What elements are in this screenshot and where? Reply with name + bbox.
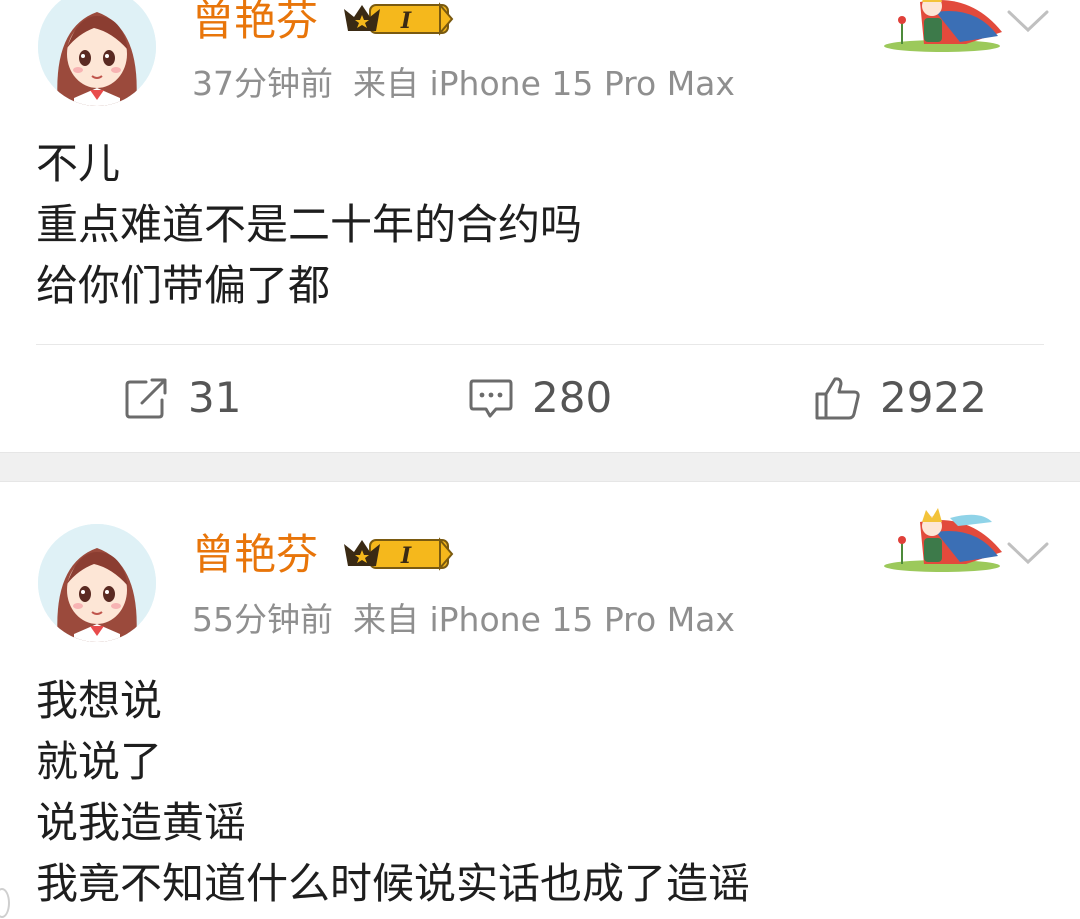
post-text-line: 重点难道不是二十年的合约吗	[36, 200, 583, 249]
little-prince-decoration-icon	[884, 508, 1002, 572]
comment-count: 280	[532, 373, 613, 422]
post-text-line: 就说了	[36, 737, 163, 786]
repost-icon	[125, 378, 167, 419]
weibo-post: 曾艳芬 I 55分钟前 来自 iPhone 15 Pro Max 我想说 就说了 …	[0, 482, 1080, 919]
post-text-line: 给你们带偏了都	[36, 261, 331, 310]
little-prince-decoration-icon	[884, 0, 1002, 52]
post-meta: 37分钟前 来自 iPhone 15 Pro Max	[192, 67, 735, 100]
username[interactable]: 曾艳芬	[192, 0, 318, 42]
like-count: 2922	[880, 373, 987, 422]
post-time: 55分钟前	[192, 600, 333, 639]
like-icon	[815, 377, 860, 420]
like-button[interactable]: 2922	[814, 368, 987, 428]
repost-button[interactable]: 31	[124, 368, 241, 428]
weibo-post: 曾艳芬 I 37分钟前 来自 iPhone 15 Pro Max 不儿 重点难道不…	[0, 0, 1080, 452]
post-source: 来自 iPhone 15 Pro Max	[353, 600, 735, 639]
member-crown-badge-icon[interactable]: I	[340, 0, 454, 39]
feed-separator	[0, 452, 1080, 482]
divider	[36, 344, 1044, 345]
member-crown-badge-icon[interactable]: I	[340, 534, 454, 574]
avatar[interactable]	[38, 0, 156, 106]
post-source: 来自 iPhone 15 Pro Max	[353, 64, 735, 103]
comment-button[interactable]: 280	[468, 368, 612, 428]
post-content: 不儿 重点难道不是二十年的合约吗 给你们带偏了都	[36, 133, 582, 316]
svg-text:I: I	[400, 8, 412, 34]
post-text-line: 不儿	[36, 139, 121, 188]
chevron-down-icon[interactable]	[1006, 8, 1050, 34]
post-text-line: 说我造黄谣	[36, 798, 247, 847]
username[interactable]: 曾艳芬	[192, 534, 318, 576]
avatar[interactable]	[38, 524, 156, 642]
post-time: 37分钟前	[192, 64, 333, 103]
comment-icon	[469, 379, 513, 418]
post-action-bar: 31 280 2922	[0, 368, 1080, 428]
chevron-down-icon[interactable]	[1006, 540, 1050, 566]
post-text-line: 我竟不知道什么时候说实话也成了造谣	[36, 859, 751, 908]
post-content: 我想说 就说了 说我造黄谣 我竟不知道什么时候说实话也成了造谣	[36, 670, 750, 914]
post-text-line: 我想说	[36, 676, 163, 725]
repost-count: 31	[188, 373, 242, 422]
svg-text:I: I	[400, 543, 412, 569]
post-meta: 55分钟前 来自 iPhone 15 Pro Max	[192, 603, 735, 636]
